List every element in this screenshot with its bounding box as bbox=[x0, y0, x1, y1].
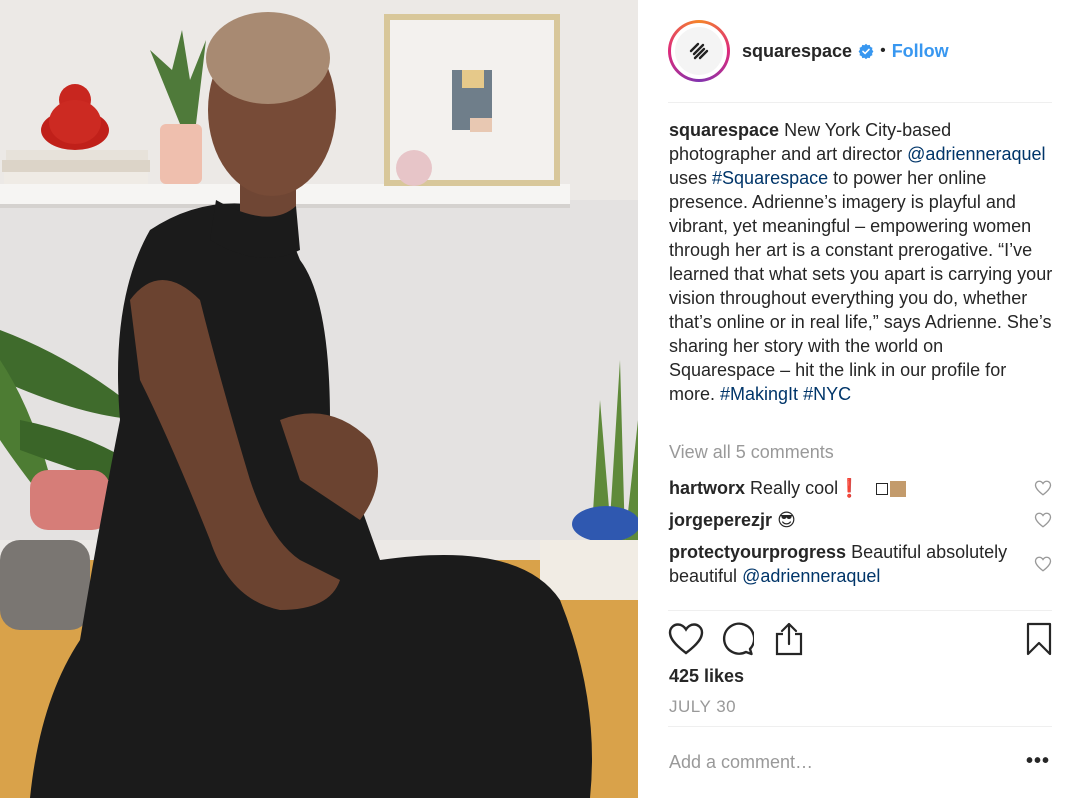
comment-item: jorgeperezjr 😎 bbox=[669, 508, 1009, 532]
header-separator: • bbox=[880, 42, 886, 59]
post-date[interactable]: JULY 30 bbox=[669, 697, 736, 717]
post-photo[interactable] bbox=[0, 0, 638, 798]
avatar-frame bbox=[671, 23, 727, 79]
post-header: squarespace • Follow bbox=[668, 18, 1052, 84]
caption-hashtag[interactable]: #MakingIt bbox=[720, 384, 798, 404]
more-options-button[interactable]: ••• bbox=[1026, 750, 1050, 773]
heart-icon[interactable] bbox=[668, 622, 704, 656]
comment-icon[interactable] bbox=[720, 622, 754, 656]
comment-mention[interactable]: @adrienneraquel bbox=[742, 566, 880, 586]
comment-item: protectyourprogress Beautiful absolutely… bbox=[669, 540, 1009, 588]
add-comment-input[interactable]: Add a comment… bbox=[669, 752, 813, 773]
comment-like-icon[interactable] bbox=[1034, 555, 1052, 573]
post-image bbox=[0, 0, 638, 798]
actions-divider bbox=[668, 610, 1052, 611]
comment-box-divider bbox=[668, 726, 1052, 727]
comment-text: Really cool bbox=[750, 478, 839, 498]
caption-username[interactable]: squarespace bbox=[669, 120, 779, 140]
comment-emoji: 😎 bbox=[777, 510, 796, 530]
post-caption: squarespace New York City-based photogra… bbox=[669, 118, 1053, 406]
caption-mention[interactable]: @adrienneraquel bbox=[907, 144, 1045, 164]
post-username[interactable]: squarespace bbox=[742, 41, 852, 62]
caption-hashtag[interactable]: #Squarespace bbox=[712, 168, 828, 188]
square-emoji-icon bbox=[889, 481, 906, 498]
comment-username[interactable]: hartworx bbox=[669, 478, 745, 498]
follow-button[interactable]: Follow bbox=[892, 41, 949, 62]
avatar[interactable] bbox=[668, 20, 730, 82]
caption-text: to power her online presence. Adrienne’s… bbox=[669, 168, 1053, 404]
caption-hashtag[interactable]: #NYC bbox=[803, 384, 851, 404]
comment-username[interactable]: jorgeperezjr bbox=[669, 510, 772, 530]
likes-count[interactable]: 425 likes bbox=[669, 666, 744, 687]
comment-username[interactable]: protectyourprogress bbox=[669, 542, 846, 562]
caption-text: uses bbox=[669, 168, 713, 188]
view-all-comments-link[interactable]: View all 5 comments bbox=[669, 442, 834, 463]
bookmark-icon[interactable] bbox=[1026, 622, 1052, 656]
share-icon[interactable] bbox=[774, 622, 804, 656]
verified-badge-icon bbox=[858, 43, 874, 59]
comment-like-icon[interactable] bbox=[1034, 479, 1052, 497]
squarespace-logo-icon bbox=[675, 27, 723, 75]
comment-emoji: ❗ bbox=[838, 478, 861, 498]
header-divider bbox=[668, 102, 1052, 103]
comment-item: hartworx Really cool❗ bbox=[669, 476, 1009, 500]
square-emoji-icon bbox=[875, 483, 888, 496]
comment-like-icon[interactable] bbox=[1034, 511, 1052, 529]
post-details-panel: squarespace • Follow squarespace New Yor… bbox=[638, 0, 1080, 798]
post-actions-bar bbox=[668, 622, 1052, 658]
